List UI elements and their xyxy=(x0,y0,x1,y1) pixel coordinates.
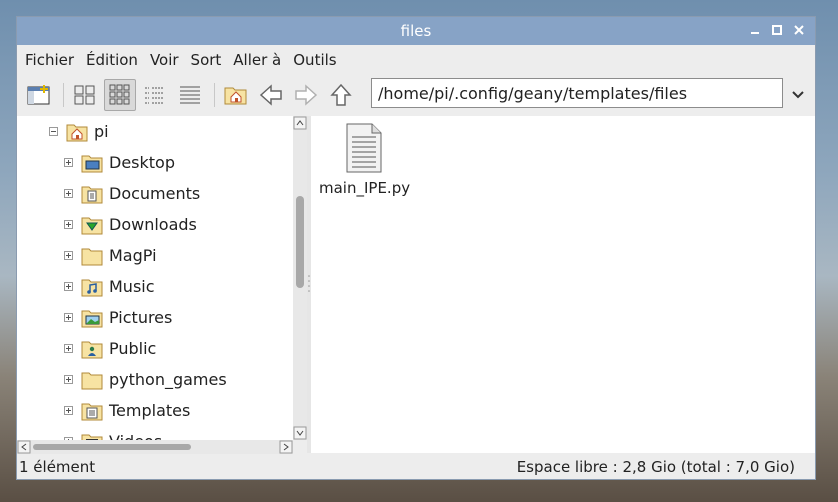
view-thumbnails-icon xyxy=(109,84,130,105)
templates-folder-icon xyxy=(81,403,103,420)
up-button[interactable] xyxy=(325,79,357,111)
expand-icon[interactable] xyxy=(64,220,73,229)
minimize-icon xyxy=(751,32,759,34)
tree-item-videos[interactable]: Videos xyxy=(64,426,162,440)
menu-bar: Fichier Édition Voir Sort Aller à Outils xyxy=(17,45,815,75)
home-folder-icon xyxy=(66,124,88,141)
expand-icon[interactable] xyxy=(64,375,73,384)
folder-icon xyxy=(81,372,103,389)
folder-icon xyxy=(81,248,103,265)
expand-icon[interactable] xyxy=(64,189,73,198)
forward-button[interactable] xyxy=(290,79,322,111)
close-icon xyxy=(794,25,804,35)
scroll-thumb xyxy=(296,196,304,288)
path-history-button[interactable] xyxy=(787,84,809,106)
tree-item-label: Public xyxy=(109,339,157,358)
downloads-folder-icon xyxy=(81,217,103,234)
up-arrow-icon xyxy=(330,83,352,106)
tree-item-label: Music xyxy=(109,277,155,296)
free-space: Espace libre : 2,8 Gio (total : 7,0 Gio) xyxy=(516,458,795,476)
menu-voir[interactable]: Voir xyxy=(144,51,185,69)
toolbar-separator xyxy=(214,83,215,107)
menu-aller[interactable]: Aller à xyxy=(227,51,287,69)
main-content: pi Desktop Documents Downloads MagPi Mus… xyxy=(17,116,815,454)
view-icons-icon xyxy=(74,85,95,105)
tree-vertical-scrollbar[interactable] xyxy=(293,116,307,440)
tree-item-magpi[interactable]: MagPi xyxy=(64,240,157,271)
directory-tree[interactable]: pi Desktop Documents Downloads MagPi Mus… xyxy=(17,116,293,440)
desktop-folder-icon xyxy=(81,155,103,172)
back-arrow-icon xyxy=(259,84,282,106)
home-button[interactable] xyxy=(220,79,252,111)
tree-item-public[interactable]: Public xyxy=(64,333,156,364)
menu-outils[interactable]: Outils xyxy=(287,51,342,69)
tree-item-label: MagPi xyxy=(109,246,157,265)
videos-folder-icon xyxy=(81,434,103,440)
tree-item-label: Templates xyxy=(109,401,191,420)
status-bar: 1 élément Espace libre : 2,8 Gio (total … xyxy=(17,453,815,479)
maximize-icon xyxy=(772,25,782,35)
public-folder-icon xyxy=(81,341,103,358)
new-window-icon xyxy=(27,85,50,105)
expand-icon[interactable] xyxy=(64,313,73,322)
tree-item-label: pi xyxy=(94,122,109,141)
close-button[interactable] xyxy=(791,22,807,38)
tree-item-desktop[interactable]: Desktop xyxy=(64,147,175,178)
item-count: 1 élément xyxy=(19,458,96,476)
tree-item-downloads[interactable]: Downloads xyxy=(64,209,197,240)
new-window-button[interactable] xyxy=(23,79,55,111)
tree-item-label: Desktop xyxy=(109,153,175,172)
hscrollbar-graphics xyxy=(17,440,293,454)
file-item[interactable]: main_IPE.py xyxy=(319,122,411,197)
path-input[interactable]: /home/pi/.config/geany/templates/files xyxy=(371,78,783,108)
tree-item-python-games[interactable]: python_games xyxy=(64,364,227,395)
expand-icon[interactable] xyxy=(64,282,73,291)
view-thumbnails-button[interactable] xyxy=(104,79,136,111)
file-name: main_IPE.py xyxy=(319,179,411,197)
tree-item-label: Documents xyxy=(109,184,201,203)
expand-icon[interactable] xyxy=(64,406,73,415)
minimize-button[interactable] xyxy=(747,22,763,38)
text-file-icon xyxy=(346,123,382,173)
view-list-icon xyxy=(180,86,200,104)
menu-edition[interactable]: Édition xyxy=(80,51,144,69)
toolbar-separator xyxy=(63,83,64,107)
file-view[interactable]: main_IPE.py xyxy=(311,116,815,453)
view-icons-button[interactable] xyxy=(69,79,101,111)
tree-item-label: Videos xyxy=(109,432,162,440)
home-icon xyxy=(224,87,247,105)
view-list-button[interactable] xyxy=(174,79,206,111)
tree-item-label: Downloads xyxy=(109,215,197,234)
chevron-down-icon xyxy=(792,91,804,99)
expand-icon[interactable] xyxy=(64,251,73,260)
tree-horizontal-scrollbar[interactable] xyxy=(17,440,293,454)
file-manager-window: files Fichier Édition Voir Sort Aller à … xyxy=(16,16,816,480)
tree-item-pictures[interactable]: Pictures xyxy=(64,302,172,333)
window-title: files xyxy=(400,22,432,40)
toolbar: /home/pi/.config/geany/templates/files xyxy=(17,75,815,115)
view-compact-button[interactable] xyxy=(139,79,171,111)
back-button[interactable] xyxy=(255,79,287,111)
pictures-folder-icon xyxy=(81,310,103,327)
tree-item-music[interactable]: Music xyxy=(64,271,155,302)
menu-sort[interactable]: Sort xyxy=(185,51,228,69)
title-bar[interactable]: files xyxy=(17,17,815,45)
tree-item-documents[interactable]: Documents xyxy=(64,178,200,209)
expand-icon[interactable] xyxy=(64,158,73,167)
documents-folder-icon xyxy=(81,186,103,203)
tree-item-templates[interactable]: Templates xyxy=(64,395,190,426)
tree-item-root[interactable]: pi xyxy=(49,116,109,147)
expand-icon[interactable] xyxy=(64,344,73,353)
scrollbar-graphics xyxy=(293,116,307,440)
collapse-icon[interactable] xyxy=(49,127,58,136)
music-folder-icon xyxy=(81,279,103,296)
maximize-button[interactable] xyxy=(769,22,785,38)
menu-fichier[interactable]: Fichier xyxy=(19,51,80,69)
forward-arrow-icon xyxy=(295,84,318,106)
hscroll-thumb xyxy=(33,444,191,450)
tree-item-label: Pictures xyxy=(109,308,173,327)
view-compact-icon xyxy=(145,87,164,104)
tree-item-label: python_games xyxy=(109,370,227,389)
